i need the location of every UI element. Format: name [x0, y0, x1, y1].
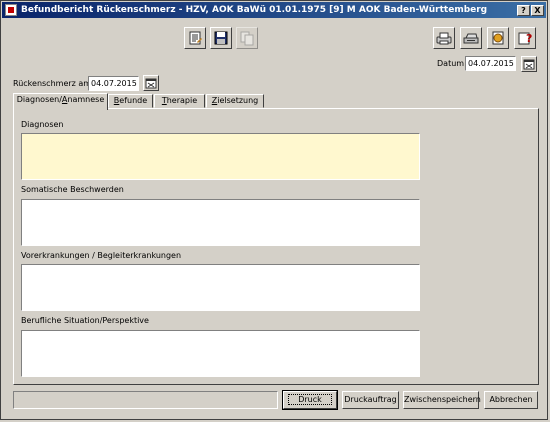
print-button[interactable] — [433, 27, 455, 49]
tab-zielsetzung[interactable]: Zielsetzung — [206, 94, 264, 108]
tab-label-part: namnese — [67, 95, 105, 104]
zwischenspeichern-button[interactable]: Zwischenspeichern — [403, 391, 481, 409]
druck-button-label: Druck — [288, 394, 332, 405]
window-title: Befundbericht Rückenschmerz - HZV, AOK B… — [21, 5, 488, 15]
print-icon — [436, 32, 452, 45]
tab-label-part: efunde — [119, 96, 148, 105]
berufliche-situation-textarea[interactable] — [21, 330, 420, 377]
druckauftrag-button[interactable]: Druckauftrag — [342, 391, 399, 409]
datum-field[interactable]: 04.07.2015 — [465, 56, 516, 71]
vorerkrankungen-label: Vorerkrankungen / Begleiterkrankungen — [21, 251, 182, 260]
export-button[interactable] — [487, 27, 509, 49]
close-button[interactable]: X — [531, 5, 544, 16]
copy-button[interactable] — [236, 27, 258, 49]
help-title-button[interactable]: ? — [517, 5, 530, 16]
tab-label-part: ielsetzung — [217, 96, 259, 105]
svg-text:?: ? — [526, 32, 532, 45]
save-button[interactable] — [210, 27, 232, 49]
calendar-icon — [523, 59, 535, 70]
diagnosen-textarea[interactable] — [21, 133, 420, 180]
help-icon: ? — [518, 32, 532, 45]
berufliche-situation-label: Berufliche Situation/Perspektive — [21, 316, 149, 325]
rueckenschmerz-label: Rückenschmerz am — [13, 79, 92, 88]
datum-calendar-button[interactable] — [521, 56, 537, 72]
calendar-icon — [145, 78, 157, 89]
help-button[interactable]: ? — [514, 27, 536, 49]
diagnosen-label: Diagnosen — [21, 120, 64, 129]
scanner-icon — [463, 33, 479, 44]
scanner-button[interactable] — [460, 27, 482, 49]
title-bar: Befundbericht Rückenschmerz - HZV, AOK B… — [2, 2, 546, 18]
tab-label-part: herapie — [166, 96, 198, 105]
tab-befunde[interactable]: Befunde — [108, 94, 153, 108]
app-icon — [5, 4, 17, 16]
abbrechen-button[interactable]: Abbrechen — [484, 391, 538, 409]
status-bar — [13, 391, 278, 409]
rueckenschmerz-date-field[interactable]: 04.07.2015 — [88, 76, 139, 91]
tab-label-part: Diagnosen/ — [16, 95, 62, 104]
somatische-beschwerden-label: Somatische Beschwerden — [21, 185, 124, 194]
tab-diagnosen-anamnese[interactable]: Diagnosen/Anamnese — [13, 93, 108, 110]
notepad-icon — [189, 31, 202, 45]
rueckenschmerz-calendar-button[interactable] — [143, 75, 159, 91]
datum-label: Datum — [437, 59, 465, 68]
somatische-beschwerden-textarea[interactable] — [21, 199, 420, 246]
befundbericht-window: Befundbericht Rückenschmerz - HZV, AOK B… — [0, 0, 548, 420]
tab-therapie[interactable]: Therapie — [154, 94, 205, 108]
save-icon — [214, 31, 228, 45]
copy-icon — [240, 31, 254, 46]
export-icon — [492, 31, 504, 45]
druck-button[interactable]: Druck — [282, 390, 338, 410]
vorerkrankungen-textarea[interactable] — [21, 264, 420, 311]
notepad-button[interactable] — [184, 27, 206, 49]
